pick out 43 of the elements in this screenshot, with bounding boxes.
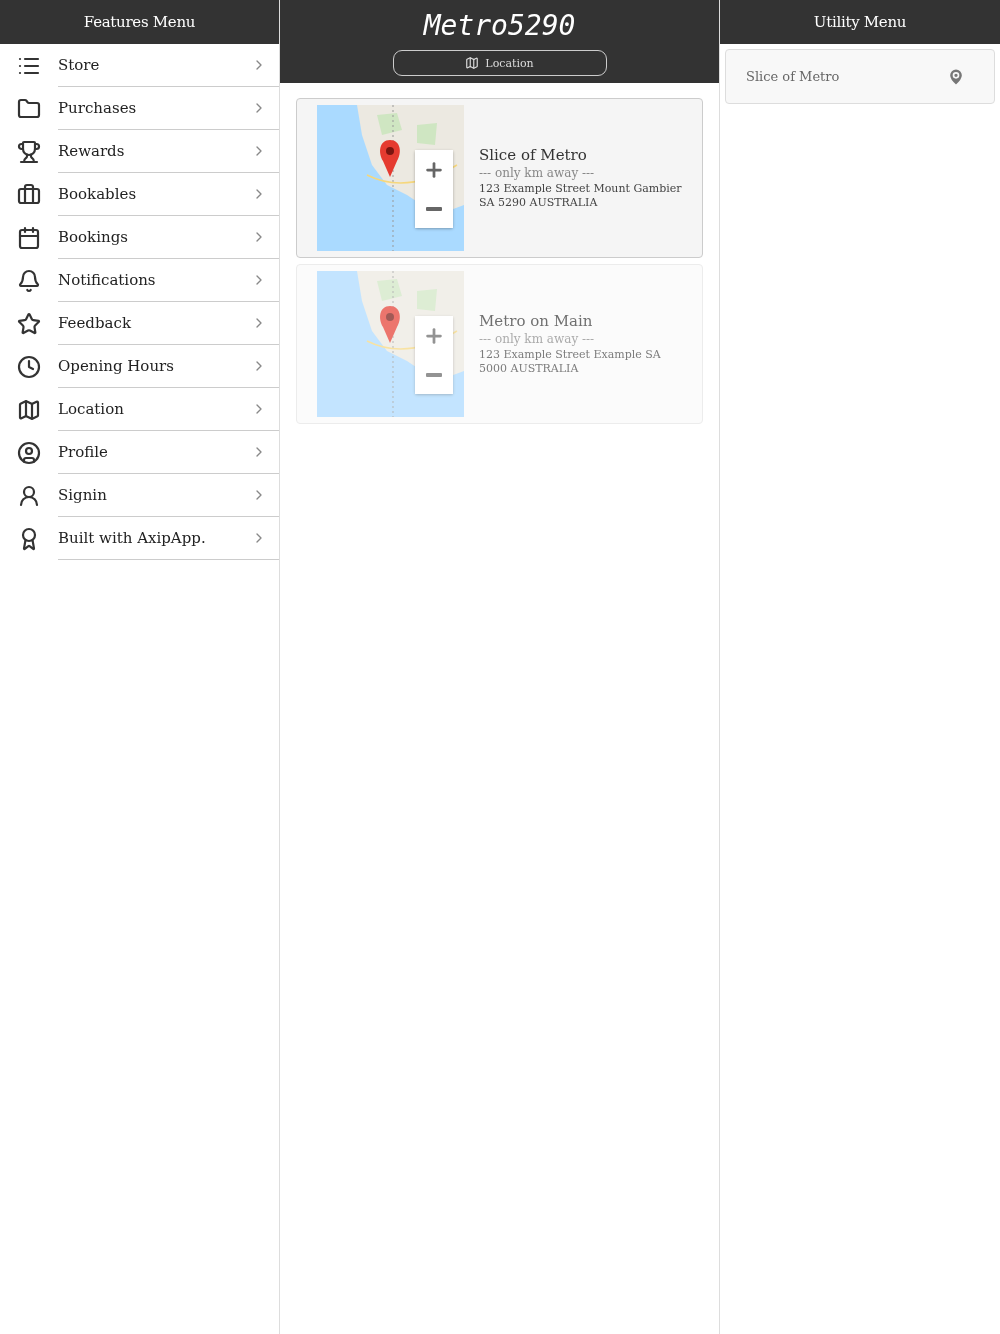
menu-item[interactable]: Profile (58, 443, 108, 461)
location-button[interactable]: Location (392, 50, 607, 76)
location-label: Slice of Metro (746, 69, 840, 84)
location-name: Slice of Metro (479, 146, 588, 164)
map-icon (17, 397, 41, 422)
menu-item[interactable]: Location (58, 400, 124, 418)
zoom-out-button[interactable] (415, 189, 453, 228)
calendar-icon (17, 225, 41, 250)
user-icon (17, 440, 41, 465)
app-title: Metro5290 (423, 9, 576, 42)
minus-icon (426, 206, 442, 211)
menu-item[interactable]: Built with AxipApp. (58, 529, 206, 547)
minus-icon (426, 372, 442, 377)
location-card[interactable]: Slice of Metro --- only km away --- 123 Example Street Mount Gambier SA 5290 AUSTRALIA (296, 98, 703, 258)
location-distance: --- only km away --- (479, 166, 596, 180)
zoom-out-button[interactable] (415, 355, 453, 394)
menu-item[interactable]: Rewards (58, 142, 125, 160)
menu-item[interactable]: Opening Hours (58, 357, 174, 375)
menu-item[interactable]: Notifications (58, 271, 156, 289)
panel-title: Features Menu (83, 13, 196, 31)
location-address: 123 Example Street Example SA 5000 AUSTRALIA (479, 348, 662, 376)
menu-item[interactable]: Bookings (58, 228, 128, 246)
location-card[interactable]: Metro on Main --- only km away --- 123 Example Street Example SA 5000 AUSTRALIA (296, 264, 703, 424)
folder-icon (17, 96, 41, 121)
map-icon (465, 56, 480, 70)
location-distance: --- only km away --- (479, 332, 596, 346)
location-address: 123 Example Street Mount Gambier SA 5290 AUSTRALIA (479, 182, 682, 210)
zoom-in-button[interactable] (415, 150, 453, 189)
menu-item[interactable]: Store (58, 56, 100, 74)
menu-item[interactable]: Signin (58, 486, 107, 504)
menu-item[interactable]: Purchases (58, 99, 137, 117)
bell-icon (17, 268, 41, 293)
briefcase-icon (17, 182, 41, 207)
menu-item[interactable]: Bookables (58, 185, 137, 203)
panel-title: Utility Menu (813, 13, 907, 31)
location-item[interactable]: Slice of Metro (725, 49, 995, 104)
location-name: Metro on Main (479, 312, 594, 330)
clock-icon (17, 354, 41, 379)
user-icon (17, 483, 41, 508)
menu-item[interactable]: Feedback (58, 314, 131, 332)
star-icon (17, 311, 41, 336)
trophy-icon (17, 139, 41, 164)
zoom-in-button[interactable] (415, 316, 453, 355)
